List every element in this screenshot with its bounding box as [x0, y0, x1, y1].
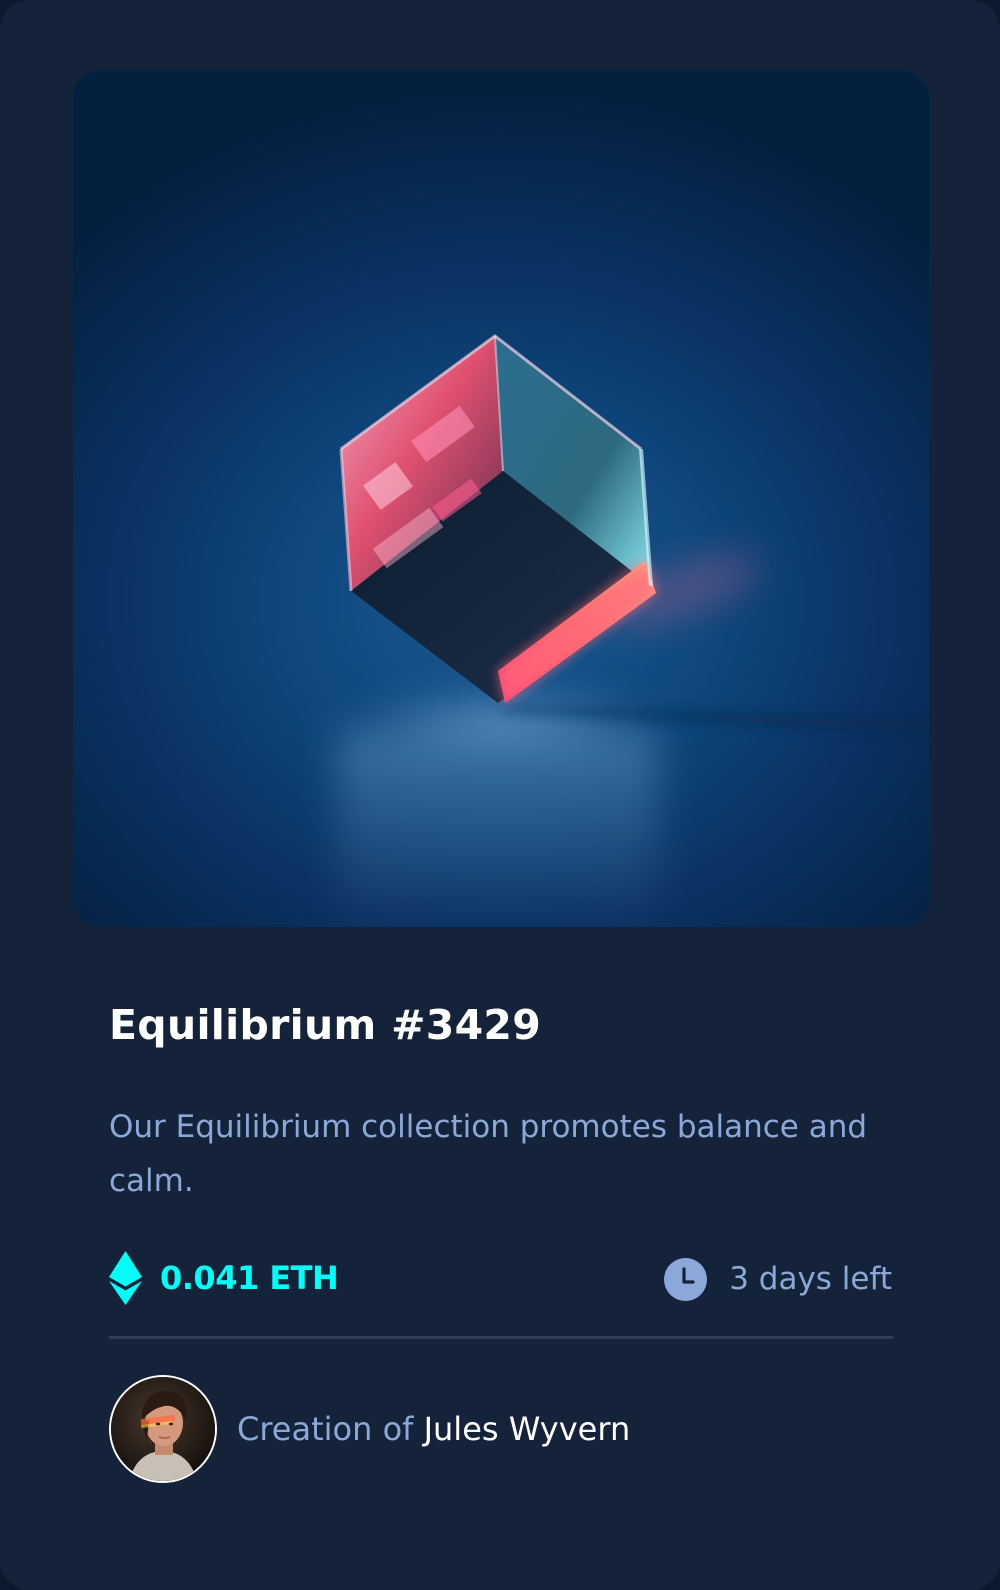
- equilibrium-cube-image: [338, 334, 929, 927]
- nft-image[interactable]: [73, 71, 929, 927]
- ethereum-icon: [109, 1251, 142, 1305]
- nft-description: Our Equilibrium collection promotes bala…: [109, 1109, 868, 1199]
- nft-title[interactable]: Equilibrium #3429: [109, 1005, 541, 1046]
- time-left-value: 3 days left: [729, 1261, 892, 1297]
- nft-preview-card: Equilibrium #3429 Our Equilibrium collec…: [0, 0, 1000, 1590]
- divider: [109, 1336, 893, 1339]
- price-info: 0.041 ETH: [109, 1250, 339, 1306]
- price-value: 0.041 ETH: [160, 1259, 339, 1297]
- creator-prefix: Creation of: [237, 1410, 414, 1448]
- avatar: [109, 1375, 217, 1483]
- clock-icon: [664, 1257, 708, 1301]
- creator-avatar-image: [111, 1377, 215, 1481]
- time-left-info: 3 days left: [664, 1251, 892, 1307]
- creator-name-link[interactable]: Jules Wyvern: [424, 1410, 631, 1448]
- creator-info: Creation of Jules Wyvern: [109, 1375, 630, 1483]
- creator-text: Creation of Jules Wyvern: [237, 1410, 630, 1448]
